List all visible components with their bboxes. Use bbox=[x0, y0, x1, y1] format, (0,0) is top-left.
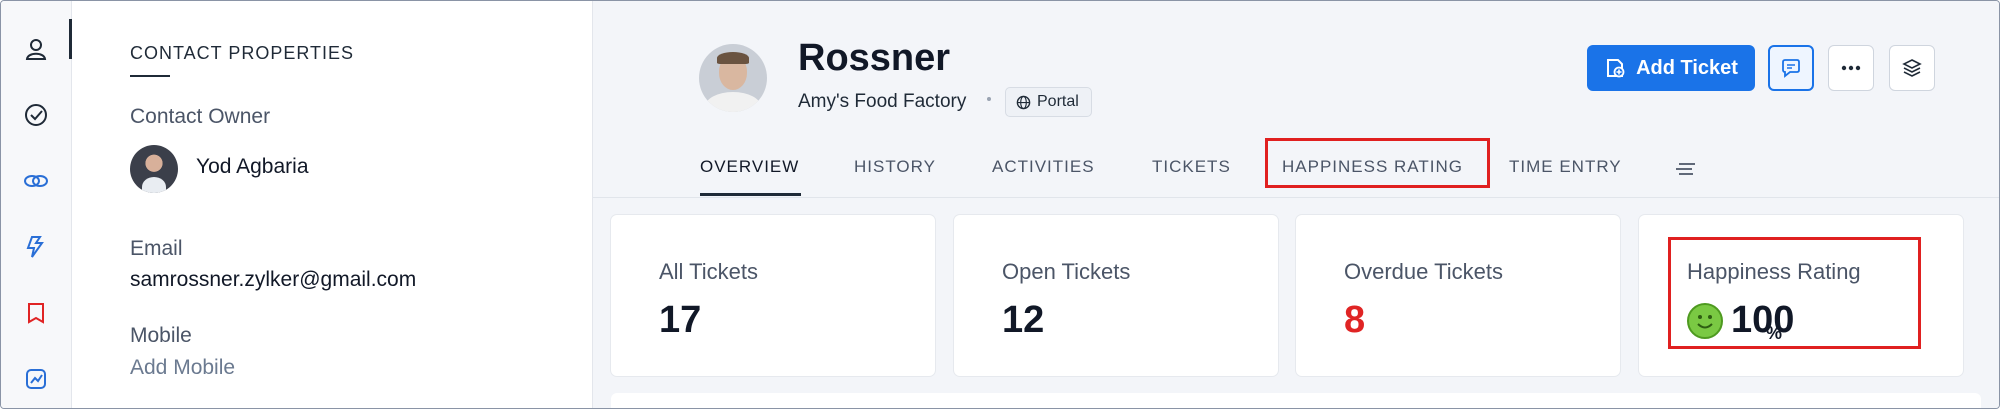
tabs-divider bbox=[593, 197, 1999, 198]
contact-properties-panel: CONTACT PROPERTIES Contact Owner Yod Agb… bbox=[72, 1, 593, 408]
add-ticket-label: Add Ticket bbox=[1636, 56, 1738, 79]
mobile-label: Mobile bbox=[130, 324, 192, 347]
chat-button[interactable] bbox=[1768, 45, 1814, 91]
analytics-icon bbox=[26, 369, 46, 389]
layers-button[interactable] bbox=[1889, 45, 1935, 91]
open-tickets-value: 12 bbox=[1002, 299, 1045, 341]
add-ticket-button[interactable]: Add Ticket bbox=[1587, 45, 1755, 91]
portal-label: Portal bbox=[1037, 93, 1079, 110]
more-options-button[interactable] bbox=[1828, 45, 1874, 91]
rail-item-tasks[interactable] bbox=[1, 87, 71, 143]
happiness-card-highlight-box bbox=[1668, 237, 1921, 349]
open-tickets-card[interactable]: Open Tickets 12 bbox=[954, 215, 1278, 376]
overdue-tickets-value: 8 bbox=[1344, 299, 1366, 341]
rail-item-crm[interactable] bbox=[1, 219, 71, 275]
rail-item-integrations[interactable] bbox=[1, 153, 71, 209]
contact-owner-label: Contact Owner bbox=[130, 105, 271, 128]
contact-avatar bbox=[699, 44, 767, 112]
link-icon bbox=[24, 175, 48, 187]
company-name[interactable]: Amy's Food Factory bbox=[798, 91, 966, 113]
tab-overview[interactable]: OVERVIEW bbox=[700, 157, 799, 177]
tab-tickets[interactable]: TICKETS bbox=[1152, 157, 1231, 177]
contact-name: Rossner bbox=[798, 37, 951, 79]
globe-icon bbox=[1016, 95, 1031, 109]
add-mobile-link[interactable]: Add Mobile bbox=[130, 356, 235, 380]
portal-badge[interactable]: Portal bbox=[1005, 87, 1092, 117]
owner-avatar bbox=[130, 145, 178, 193]
heading-underline bbox=[130, 75, 170, 77]
left-rail bbox=[1, 1, 72, 408]
app-frame: CONTACT PROPERTIES Contact Owner Yod Agb… bbox=[0, 0, 2000, 409]
add-ticket-icon bbox=[1607, 59, 1625, 78]
open-tickets-label: Open Tickets bbox=[1002, 259, 1131, 284]
contact-icon bbox=[25, 39, 47, 60]
chat-icon bbox=[1782, 59, 1800, 78]
overdue-tickets-card[interactable]: Overdue Tickets 8 bbox=[1296, 215, 1620, 376]
rail-item-books[interactable] bbox=[1, 285, 71, 341]
bookmark-icon bbox=[28, 303, 44, 324]
next-section-edge bbox=[611, 393, 1981, 408]
crm-icon bbox=[26, 236, 44, 258]
tab-time-entry[interactable]: TIME ENTRY bbox=[1509, 157, 1622, 177]
active-tab-indicator bbox=[700, 193, 801, 196]
all-tickets-card[interactable]: All Tickets 17 bbox=[611, 215, 935, 376]
menu-lines-icon bbox=[1676, 163, 1695, 175]
contact-owner-name[interactable]: Yod Agbaria bbox=[196, 155, 309, 179]
all-tickets-value: 17 bbox=[659, 299, 702, 341]
email-label: Email bbox=[130, 237, 183, 260]
tabs-overflow-button[interactable] bbox=[1674, 161, 1698, 182]
rail-item-analytics[interactable] bbox=[1, 351, 71, 407]
happiness-tab-highlight-box bbox=[1265, 138, 1490, 188]
overdue-tickets-label: Overdue Tickets bbox=[1344, 259, 1503, 284]
email-value[interactable]: samrossner.zylker@gmail.com bbox=[130, 268, 416, 292]
separator-dot bbox=[987, 97, 991, 101]
more-icon bbox=[1841, 65, 1861, 71]
contact-properties-heading: CONTACT PROPERTIES bbox=[130, 43, 355, 63]
all-tickets-label: All Tickets bbox=[659, 259, 759, 284]
main-area: Rossner Amy's Food Factory Portal Add Ti… bbox=[593, 1, 1999, 408]
tab-activities[interactable]: ACTIVITIES bbox=[992, 157, 1095, 177]
tab-history[interactable]: HISTORY bbox=[854, 157, 936, 177]
rail-item-contacts[interactable] bbox=[1, 21, 71, 77]
layers-icon bbox=[1902, 59, 1922, 77]
check-circle-icon bbox=[25, 104, 47, 126]
